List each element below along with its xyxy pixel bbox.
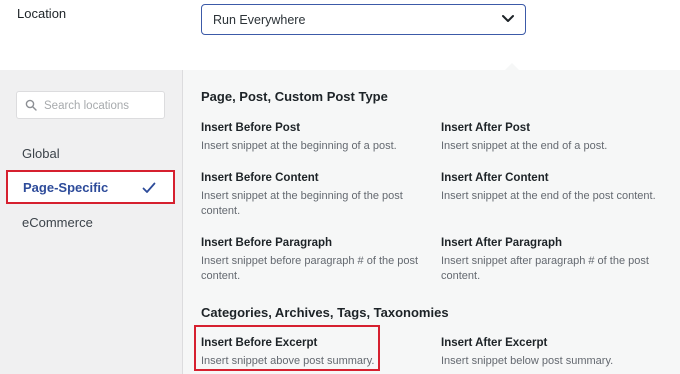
option-title: Insert Before Content [201, 172, 319, 184]
location-select-value: Run Everywhere [213, 13, 306, 27]
chevron-down-icon [502, 15, 514, 22]
option-insert-before-excerpt[interactable]: Insert Before Excerpt Insert snippet abo… [201, 337, 421, 369]
option-description: Insert snippet at the beginning of the p… [201, 190, 403, 217]
option-title: Insert After Content [441, 172, 549, 184]
option-insert-after-post[interactable]: Insert After Post Insert snippet at the … [441, 122, 661, 154]
option-description: Insert snippet after paragraph # of the … [441, 255, 649, 282]
option-insert-before-content[interactable]: Insert Before Content Insert snippet at … [201, 172, 421, 219]
option-insert-after-excerpt[interactable]: Insert After Excerpt Insert snippet belo… [441, 337, 661, 369]
option-description: Insert snippet before paragraph # of the… [201, 255, 419, 282]
option-description: Insert snippet below post summary. [441, 355, 614, 367]
sidebar-item-ecommerce[interactable]: eCommerce [22, 215, 93, 230]
option-insert-after-paragraph[interactable]: Insert After Paragraph Insert snippet af… [441, 237, 661, 284]
option-title: Insert Before Post [201, 122, 301, 134]
option-insert-after-content[interactable]: Insert After Content Insert snippet at t… [441, 172, 661, 204]
option-title: Insert After Post [441, 122, 531, 134]
option-description: Insert snippet above post summary. [201, 355, 375, 367]
location-sidebar: Global Page-Specific eCommerce [0, 70, 183, 374]
location-options: Page, Post, Custom Post Type Insert Befo… [184, 70, 680, 374]
option-insert-before-paragraph[interactable]: Insert Before Paragraph Insert snippet b… [201, 237, 421, 284]
locations-panel: Global Page-Specific eCommerce Page, Pos… [0, 70, 680, 374]
sidebar-item-global[interactable]: Global [22, 146, 60, 161]
sidebar-item-page-specific[interactable]: Page-Specific [6, 170, 175, 204]
location-row: Location Run Everywhere [0, 0, 680, 70]
section-title: Page, Post, Custom Post Type [201, 89, 388, 104]
search-icon [25, 99, 37, 111]
check-icon [142, 182, 156, 193]
search-input[interactable] [42, 95, 164, 117]
option-title: Insert After Excerpt [441, 337, 548, 349]
option-description: Insert snippet at the beginning of a pos… [201, 140, 397, 152]
option-title: Insert Before Paragraph [201, 237, 333, 249]
section-title: Categories, Archives, Tags, Taxonomies [201, 305, 449, 320]
option-description: Insert snippet at the end of a post. [441, 140, 608, 152]
option-title: Insert Before Excerpt [201, 337, 318, 349]
sidebar-item-label: Page-Specific [23, 180, 109, 195]
location-select[interactable]: Run Everywhere [201, 4, 526, 35]
option-title: Insert After Paragraph [441, 237, 562, 249]
search-box[interactable] [16, 91, 165, 119]
option-insert-before-post[interactable]: Insert Before Post Insert snippet at the… [201, 122, 421, 154]
location-label: Location [17, 6, 67, 21]
option-description: Insert snippet at the end of the post co… [441, 190, 656, 202]
